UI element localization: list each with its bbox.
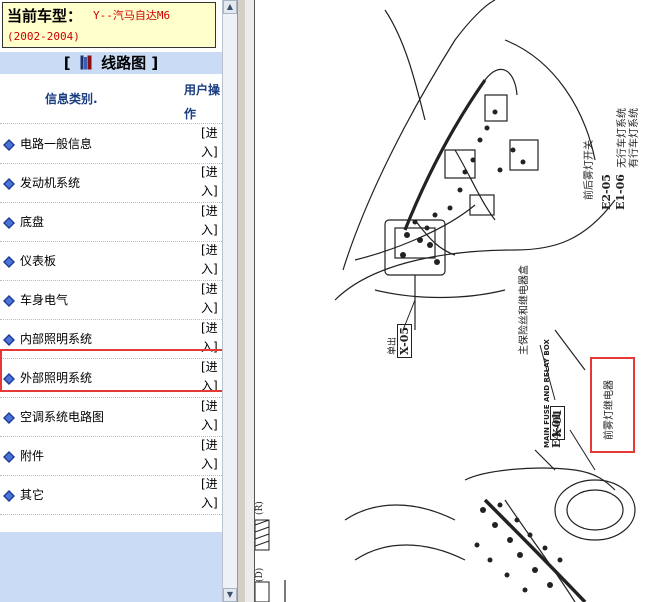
- enter-link[interactable]: [进入]: [201, 280, 221, 318]
- category-label: 附件: [20, 449, 45, 463]
- diagram-viewer: 无行车灯系统 有行车灯系统 前后雾灯开关 E2-05 E1-06 主保险丝和继电…: [245, 0, 651, 602]
- category-label: 底盘: [20, 215, 45, 229]
- category-row-body-electrical[interactable]: 车身电气 [进入]: [0, 280, 222, 320]
- diagram-highlight: [590, 357, 635, 453]
- diagram-label-lamp-system-2: 有行车灯系统: [629, 108, 640, 168]
- panel-title-text: 线路图: [101, 54, 147, 72]
- connector-label-e2: E2-05: [600, 174, 613, 210]
- diamond-bullet-icon: [3, 409, 15, 424]
- diamond-bullet-icon: [3, 175, 15, 190]
- connector-label-e1: E1-06: [614, 174, 627, 210]
- left-scrollbar[interactable]: ▲ ▼: [222, 0, 237, 602]
- category-label: 仪表板: [20, 254, 57, 268]
- wiring-diagram: [255, 0, 636, 602]
- diamond-bullet-icon: [3, 292, 15, 307]
- navigation-pane: 当前车型： Y--汽马自达M6 (2002-2004) [ 线路图 ] 信息类别…: [0, 0, 237, 602]
- viewer-edge-strip: [245, 0, 255, 602]
- vehicle-header: 当前车型： Y--汽马自达M6 (2002-2004): [2, 2, 216, 48]
- category-row-chassis[interactable]: 底盘 [进入]: [0, 202, 222, 242]
- enter-link[interactable]: [进入]: [201, 202, 221, 240]
- edge-mark-r: (R): [255, 501, 265, 515]
- title-bracket-left: [: [63, 54, 71, 72]
- category-label: 电路一般信息: [20, 137, 93, 151]
- panel-title: [ 线路图 ]: [0, 52, 222, 74]
- category-label: 空调系统电路图: [20, 410, 105, 424]
- category-label: 车身电气: [20, 293, 69, 307]
- enter-link[interactable]: [进入]: [201, 397, 221, 435]
- diagram-label-main-fuse: 主保险丝和继电器盒: [519, 265, 530, 355]
- enter-link[interactable]: [进入]: [201, 436, 221, 474]
- vehicle-years: (2002-2004): [7, 30, 80, 43]
- diamond-bullet-icon: [3, 331, 15, 346]
- scroll-up-icon[interactable]: ▲: [223, 0, 237, 14]
- enter-link[interactable]: [进入]: [201, 163, 221, 201]
- category-row-dashboard[interactable]: 仪表板 [进入]: [0, 241, 222, 281]
- wiring-book-icon: [80, 54, 92, 70]
- enter-link[interactable]: [进入]: [201, 475, 221, 513]
- column-header-action: 用户操作: [184, 83, 221, 121]
- edge-mark-d: (D): [255, 567, 265, 582]
- enter-link[interactable]: [进入]: [201, 124, 221, 162]
- category-row-engine[interactable]: 发动机系统 [进入]: [0, 163, 222, 203]
- diagram-label-fog-switch: 前后雾灯开关: [584, 140, 595, 200]
- vehicle-model: Y--汽马自达M6: [93, 9, 171, 22]
- diamond-bullet-icon: [3, 448, 15, 463]
- enter-link[interactable]: [进入]: [201, 241, 221, 279]
- selection-highlight: [0, 349, 235, 392]
- connector-label-x05: X-05: [397, 323, 412, 358]
- category-label: 内部照明系统: [20, 332, 93, 346]
- connector-label-e401: E4-01: [550, 412, 563, 448]
- category-row-general[interactable]: 电路一般信息 [进入]: [0, 124, 222, 164]
- category-row-accessories[interactable]: 附件 [进入]: [0, 436, 222, 476]
- footer-band: [0, 532, 222, 602]
- category-label: 其它: [20, 488, 45, 502]
- diamond-bullet-icon: [3, 214, 15, 229]
- category-row-other[interactable]: 其它 [进入]: [0, 475, 222, 515]
- vehicle-label: 当前车型：: [7, 7, 83, 25]
- diamond-bullet-icon: [3, 136, 15, 151]
- column-header-category: 信息类别.: [45, 92, 98, 106]
- title-bracket-right: ]: [151, 54, 159, 72]
- category-label: 发动机系统: [20, 176, 81, 190]
- scroll-down-icon[interactable]: ▼: [223, 588, 237, 602]
- diamond-bullet-icon: [3, 487, 15, 502]
- category-row-ac-system[interactable]: 空调系统电路图 [进入]: [0, 397, 222, 437]
- diamond-bullet-icon: [3, 253, 15, 268]
- pane-splitter[interactable]: [237, 0, 245, 602]
